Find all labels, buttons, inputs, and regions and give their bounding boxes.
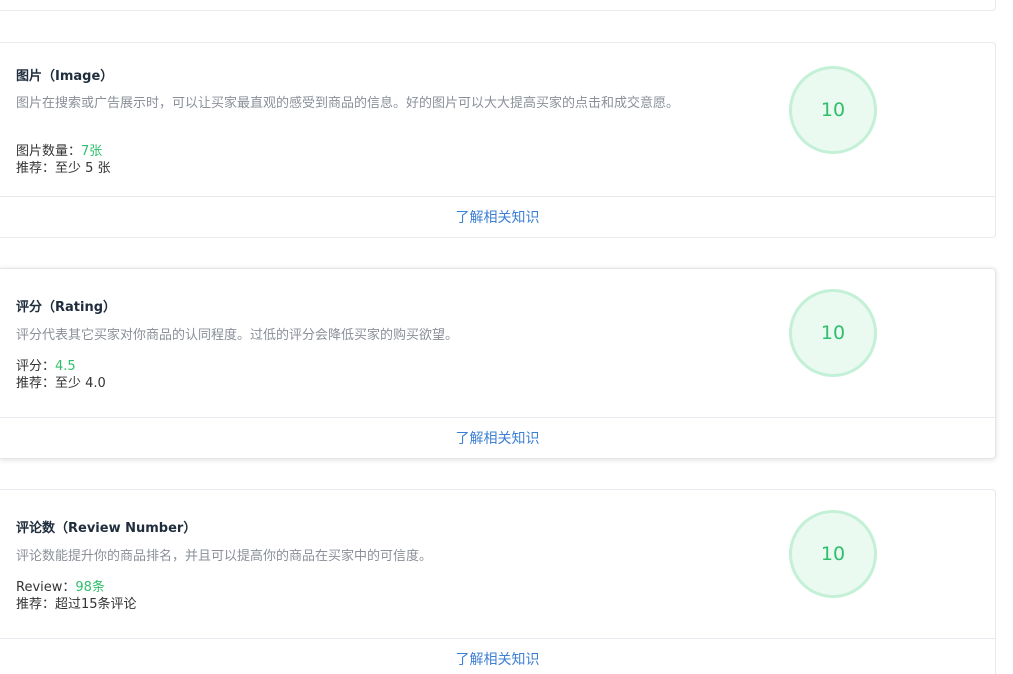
- recommend-line: 推荐：超过15条评论: [16, 597, 137, 612]
- metric-line: Review：98条: [16, 579, 105, 596]
- card-body: 图片（Image） 图片在搜索或广告展示时，可以让买家最直观的感受到商品的信息。…: [0, 43, 995, 197]
- metric-value: 7张: [81, 144, 103, 159]
- card-description: 评论数能提升你的商品排名，并且可以提高你的商品在买家中的可信度。: [16, 549, 433, 564]
- score-circle: 10: [789, 510, 877, 598]
- card-footer: 了解相关知识: [0, 639, 995, 674]
- score-circle: 10: [789, 66, 877, 154]
- metric-label: Review：: [16, 580, 76, 595]
- card-footer: 了解相关知识: [0, 197, 995, 237]
- card-description: 评分代表其它买家对你商品的认同程度。过低的评分会降低买家的购买欲望。: [16, 328, 459, 343]
- recommend-line: 推荐：至少 4.0: [16, 376, 106, 391]
- score-report-page: 图片（Image） 图片在搜索或广告展示时，可以让买家最直观的感受到商品的信息。…: [0, 0, 1013, 674]
- card-title: 评论数（Review Number）: [16, 521, 197, 536]
- previous-card: [0, 0, 996, 11]
- metric-label: 评分：: [16, 359, 56, 374]
- recommend-line: 推荐：至少 5 张: [16, 161, 111, 176]
- metric-line: 评分：4.5: [16, 358, 76, 375]
- card-description: 图片在搜索或广告展示时，可以让买家最直观的感受到商品的信息。好的图片可以大大提高…: [16, 96, 680, 111]
- card-footer: 了解相关知识: [0, 418, 995, 458]
- review-score-card: 评论数（Review Number） 评论数能提升你的商品排名，并且可以提高你的…: [0, 489, 996, 674]
- learn-more-link[interactable]: 了解相关知识: [456, 428, 540, 448]
- learn-more-link[interactable]: 了解相关知识: [456, 207, 540, 227]
- card-title: 图片（Image）: [16, 69, 114, 84]
- learn-more-link[interactable]: 了解相关知识: [456, 649, 540, 669]
- card-body: 评论数（Review Number） 评论数能提升你的商品排名，并且可以提高你的…: [0, 490, 995, 639]
- metric-label: 图片数量：: [16, 144, 82, 159]
- metric-line: 图片数量：7张: [16, 143, 102, 160]
- card-title: 评分（Rating）: [16, 300, 117, 315]
- metric-value: 98条: [75, 580, 105, 595]
- score-circle: 10: [789, 289, 877, 377]
- image-score-card: 图片（Image） 图片在搜索或广告展示时，可以让买家最直观的感受到商品的信息。…: [0, 42, 996, 238]
- card-body: 评分（Rating） 评分代表其它买家对你商品的认同程度。过低的评分会降低买家的…: [0, 269, 995, 418]
- metric-value: 4.5: [55, 359, 76, 374]
- rating-score-card: 评分（Rating） 评分代表其它买家对你商品的认同程度。过低的评分会降低买家的…: [0, 268, 996, 459]
